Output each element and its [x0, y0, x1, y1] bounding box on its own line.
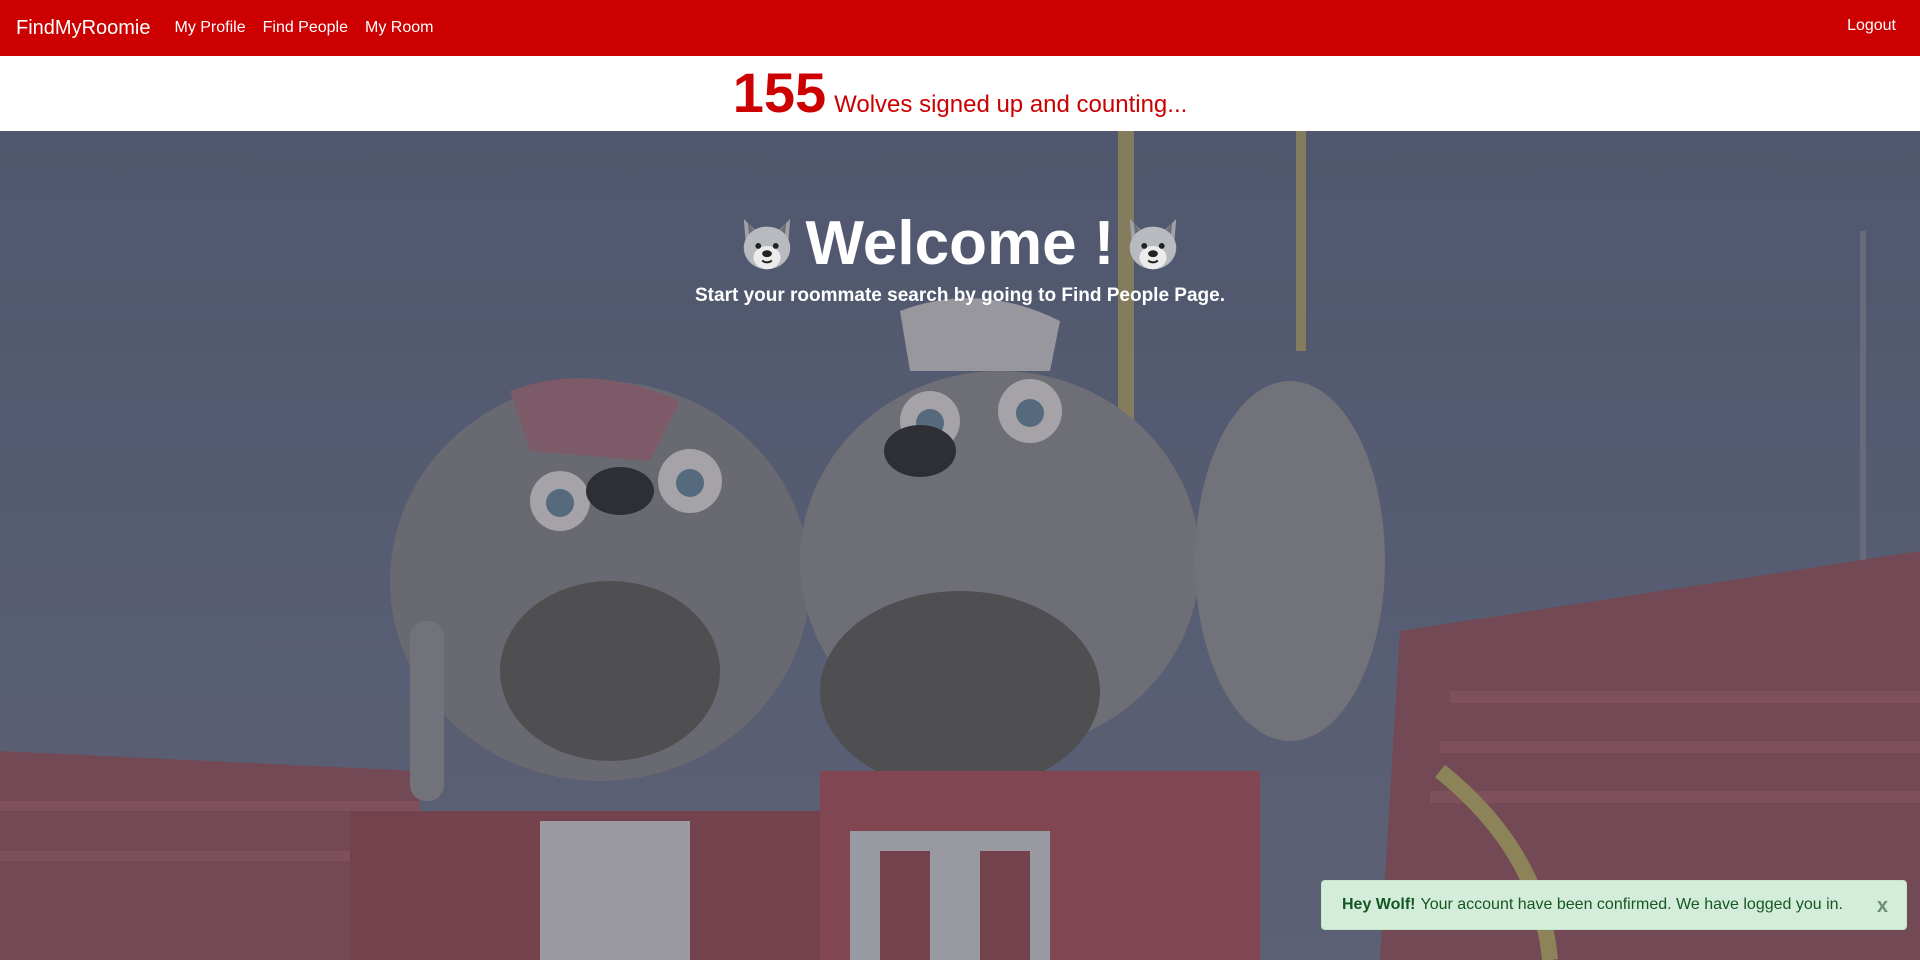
welcome-subtitle: Start your roommate search by going to F…: [695, 285, 1225, 306]
nav-links: My Profile Find People My Room: [174, 19, 450, 37]
login-success-alert: Hey Wolf! Your account have been confirm…: [1321, 880, 1907, 930]
nav-my-profile[interactable]: My Profile: [174, 19, 245, 37]
alert-greeting: Hey Wolf!: [1342, 896, 1416, 913]
nav-find-people[interactable]: Find People: [263, 19, 348, 37]
welcome-heading: Welcome !: [0, 213, 1920, 275]
wolf-icon: [743, 218, 790, 270]
signup-count: 155: [732, 61, 827, 124]
brand-link[interactable]: FindMyRoomie: [16, 17, 150, 40]
signup-count-text: Wolves signed up and counting...: [834, 91, 1188, 118]
hero-section: Welcome ! Start your roommate search by …: [0, 131, 1920, 960]
welcome-title: Welcome !: [805, 209, 1115, 278]
wolf-icon: [1130, 218, 1177, 270]
logout-link[interactable]: Logout: [1847, 17, 1896, 35]
signup-counter: 155 Wolves signed up and counting...: [0, 56, 1920, 131]
alert-close-button[interactable]: x: [1877, 895, 1888, 918]
alert-message: Your account have been confirmed. We hav…: [1420, 896, 1843, 913]
nav-my-room[interactable]: My Room: [365, 19, 433, 37]
top-navbar: FindMyRoomie My Profile Find People My R…: [0, 0, 1920, 56]
